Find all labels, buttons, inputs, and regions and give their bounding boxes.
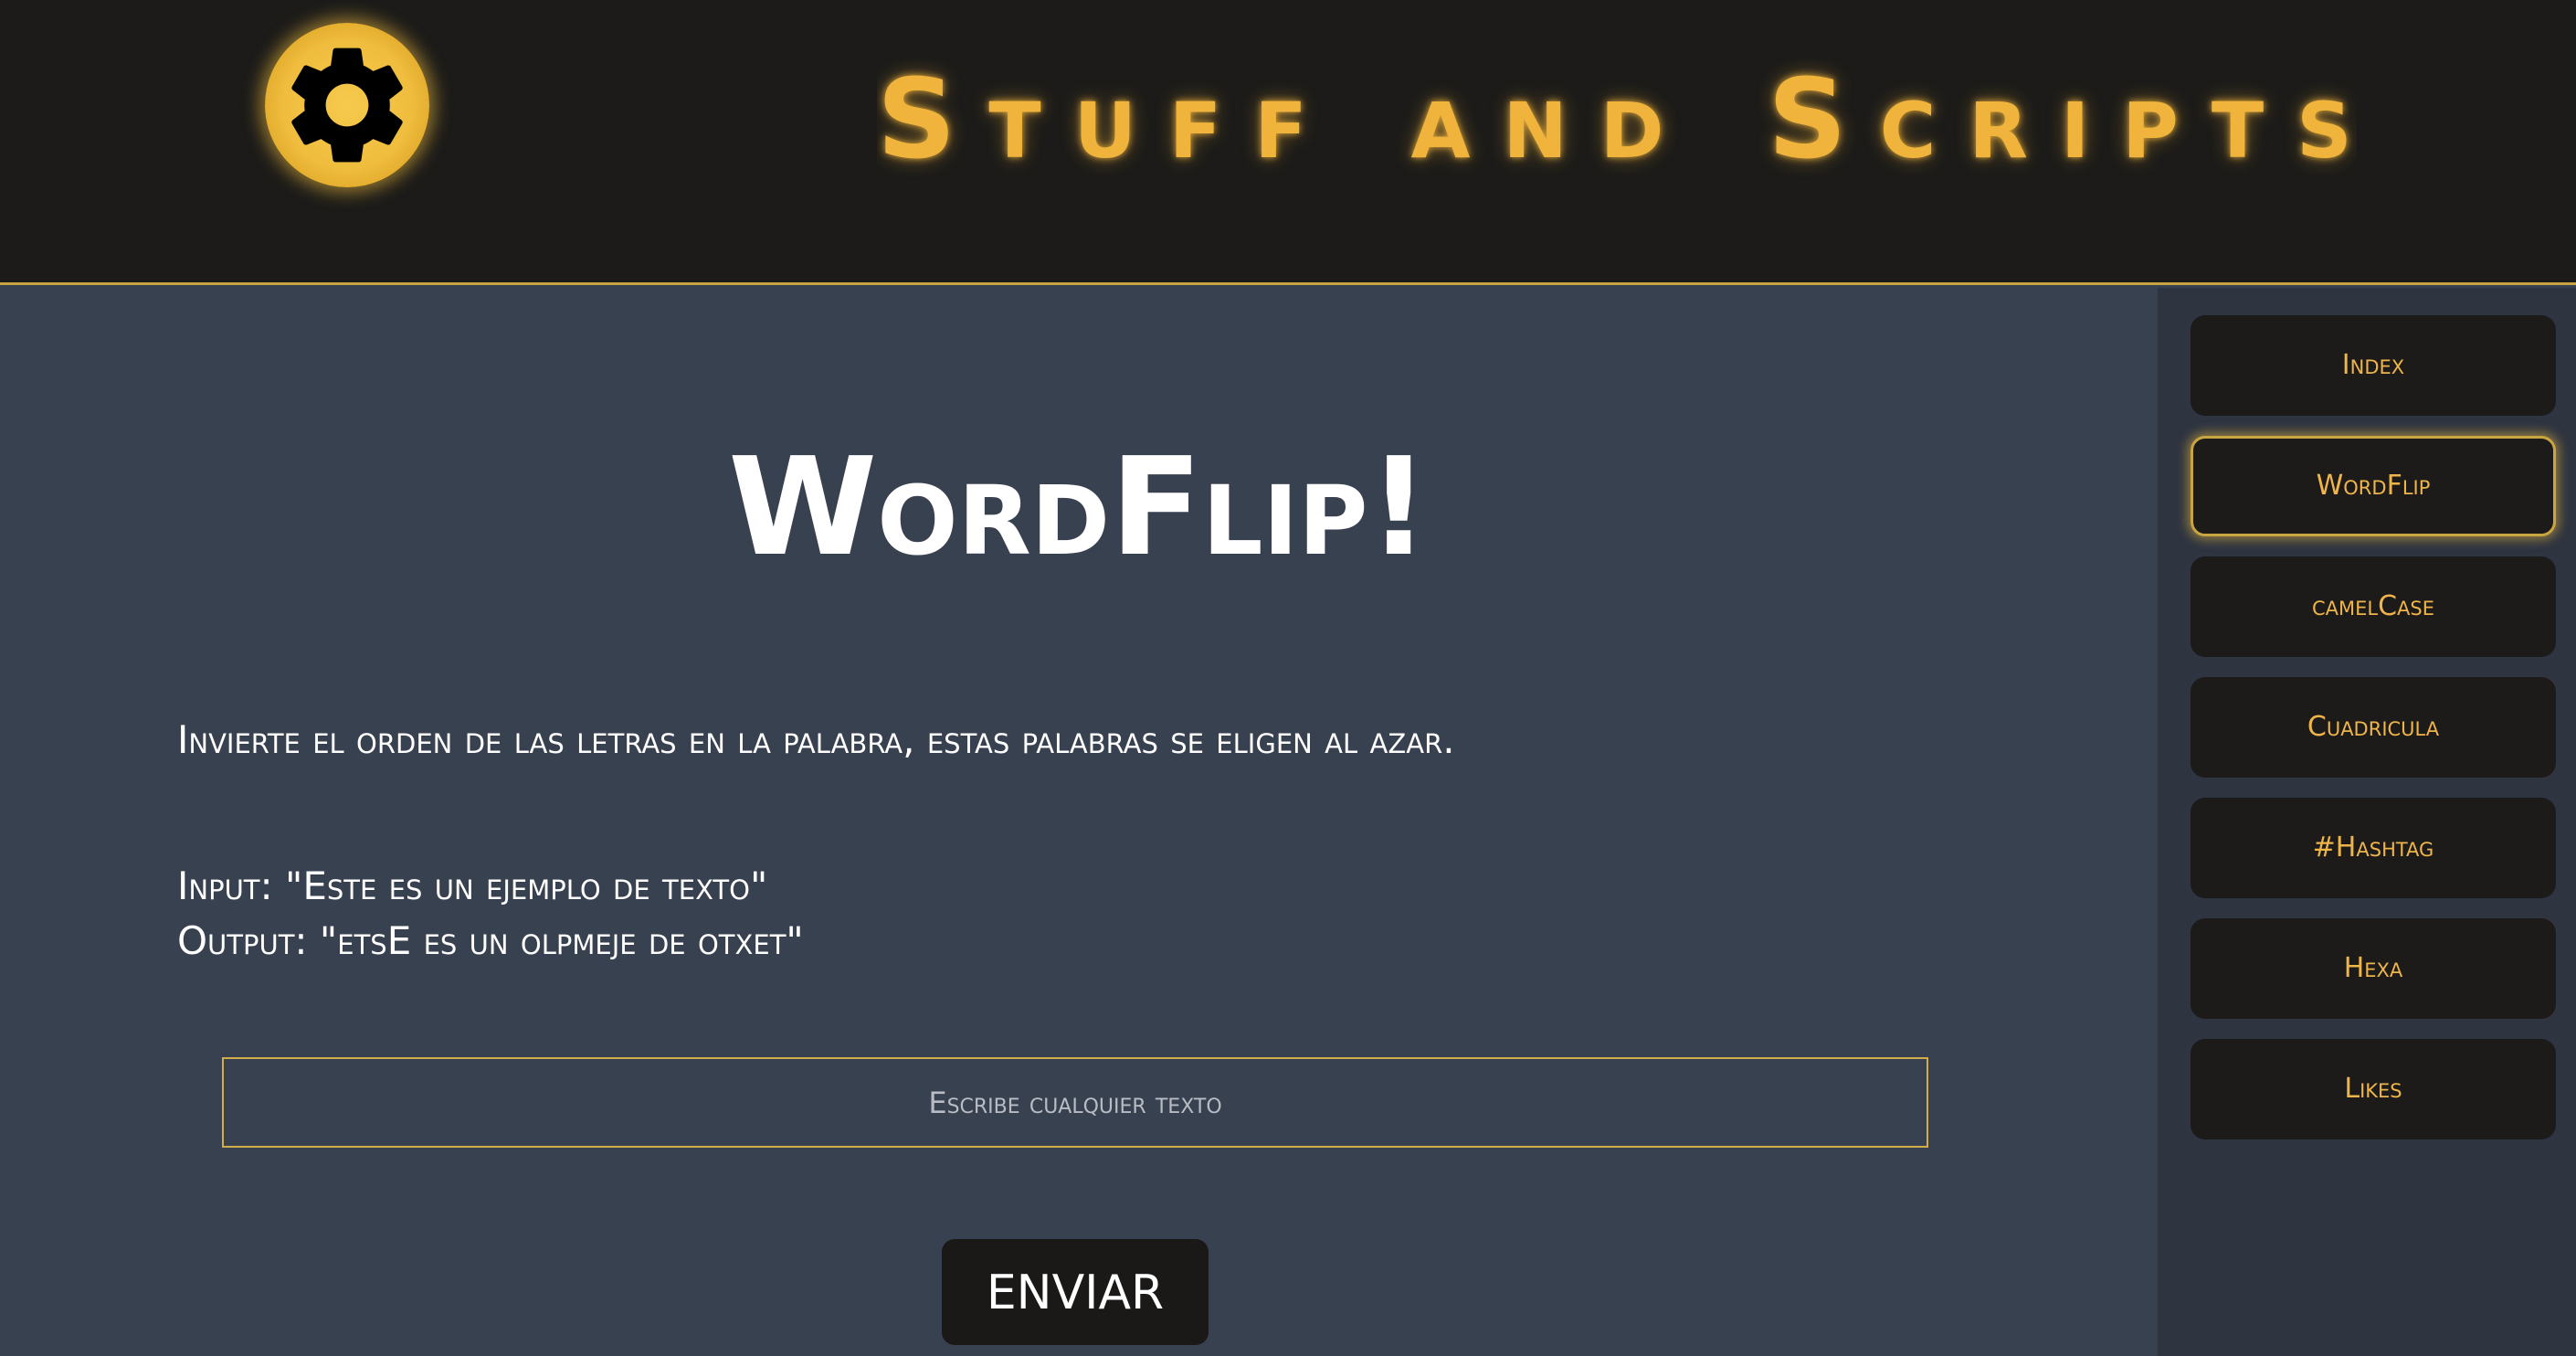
- site-title: Stuff and Scripts: [877, 57, 2357, 184]
- sidebar-item-wordflip[interactable]: WordFlip: [2191, 436, 2556, 536]
- sidebar-nav: Index WordFlip camelCase Cuadricula #Has…: [2158, 288, 2576, 1356]
- site-header: Stuff and Scripts: [0, 0, 2576, 285]
- sidebar-item-hashtag[interactable]: #Hashtag: [2191, 798, 2556, 898]
- gear-icon: [291, 48, 403, 163]
- example-output-text: Output: "etsE es un olpmeje de otxet": [177, 918, 804, 963]
- page: Stuff and Scripts WordFlip! Invierte el …: [0, 0, 2576, 1356]
- sidebar-item-hexa[interactable]: Hexa: [2191, 918, 2556, 1019]
- sidebar-item-index[interactable]: Index: [2191, 315, 2556, 416]
- example-input-text: Input: "Este es un ejemplo de texto": [177, 863, 768, 908]
- page-title: WordFlip!: [728, 429, 1430, 586]
- sidebar-item-camelcase[interactable]: camelCase: [2191, 556, 2556, 657]
- sidebar-item-likes[interactable]: Likes: [2191, 1039, 2556, 1139]
- text-input-field[interactable]: [222, 1057, 1928, 1148]
- main-content: WordFlip! Invierte el orden de las letra…: [0, 288, 2158, 1356]
- submit-button[interactable]: ENVIAR: [942, 1239, 1209, 1345]
- tool-description: Invierte el orden de las letras en la pa…: [177, 717, 1455, 762]
- sidebar-item-cuadricula[interactable]: Cuadricula: [2191, 677, 2556, 778]
- site-logo[interactable]: [265, 23, 429, 187]
